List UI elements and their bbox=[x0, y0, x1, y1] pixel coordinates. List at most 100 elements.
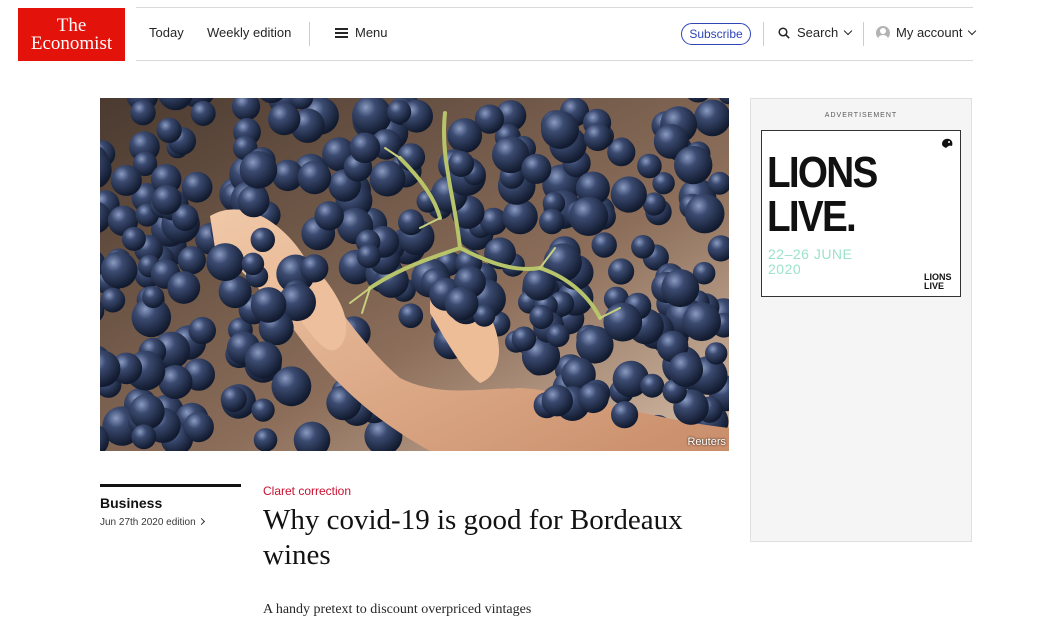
grape-berry bbox=[631, 235, 655, 259]
chevron-down-icon bbox=[843, 26, 853, 36]
photo-credit: Reuters bbox=[687, 436, 726, 448]
grape-berry bbox=[188, 316, 216, 345]
grape-berry bbox=[220, 386, 247, 413]
section-info: Business Jun 27th 2020 edition bbox=[100, 484, 241, 528]
grape-berry bbox=[591, 232, 617, 258]
grape-berry bbox=[167, 271, 201, 304]
grape-berry bbox=[297, 160, 332, 195]
grape-berry bbox=[314, 201, 344, 231]
grape-berry bbox=[529, 304, 554, 330]
hamburger-menu-icon[interactable] bbox=[335, 28, 348, 38]
subscribe-button[interactable]: Subscribe bbox=[681, 23, 751, 45]
grape-berry bbox=[661, 269, 700, 308]
grape-berry bbox=[444, 286, 479, 321]
grape-berry bbox=[156, 117, 182, 143]
grape-berry bbox=[239, 151, 278, 189]
grape-berry bbox=[268, 102, 301, 136]
grape-berry bbox=[110, 164, 142, 196]
grape-berry bbox=[237, 185, 270, 218]
grape-berry bbox=[253, 428, 278, 451]
nav-my-account[interactable]: My account bbox=[896, 25, 977, 40]
grape-berry bbox=[387, 99, 412, 124]
grape-berry bbox=[705, 342, 728, 365]
section-link-business[interactable]: Business bbox=[100, 495, 241, 511]
grape-berry bbox=[100, 251, 138, 289]
grape-berry bbox=[447, 118, 483, 153]
grape-berry bbox=[541, 111, 579, 149]
ad-title-line2: LIVE. bbox=[767, 192, 857, 241]
grape-berry bbox=[300, 254, 329, 283]
grape-berry bbox=[177, 246, 206, 275]
nav-menu[interactable]: Menu bbox=[355, 25, 388, 40]
grape-berry bbox=[251, 398, 275, 422]
nav-today[interactable]: Today bbox=[149, 25, 184, 40]
grape-berry bbox=[541, 385, 573, 417]
ad-title: LIONS LIVE. bbox=[767, 151, 908, 239]
grape-berry bbox=[603, 302, 643, 342]
article-rubric: Claret correction bbox=[263, 484, 352, 498]
grape-berry bbox=[546, 324, 570, 348]
grape-berry bbox=[131, 424, 157, 450]
grape-berry bbox=[521, 153, 552, 184]
grape-berry bbox=[356, 244, 381, 269]
ad-date-line2: 2020 bbox=[768, 261, 802, 277]
grape-berry bbox=[608, 258, 635, 285]
ad-date-line1: 22–26 JUNE bbox=[768, 246, 853, 262]
chevron-right-icon bbox=[197, 517, 205, 526]
lion-logo-icon bbox=[942, 138, 953, 148]
top-navigation: Today Weekly edition Menu Subscribe Sear… bbox=[136, 7, 977, 61]
grape-berry bbox=[448, 151, 475, 177]
nav-weekly-edition[interactable]: Weekly edition bbox=[207, 25, 291, 40]
chevron-down-icon bbox=[968, 26, 977, 36]
article-standfirst: A handy pretext to discount overpriced v… bbox=[263, 602, 532, 617]
grape-berry bbox=[682, 302, 721, 342]
grape-berry bbox=[640, 373, 665, 398]
grape-berry bbox=[569, 196, 609, 236]
search-icon[interactable] bbox=[778, 27, 790, 39]
account-avatar-icon[interactable] bbox=[876, 26, 890, 40]
grape-berry bbox=[611, 401, 639, 429]
nav-divider bbox=[309, 22, 310, 46]
grape-berry bbox=[349, 132, 381, 164]
grape-berry bbox=[206, 243, 245, 282]
nav-divider bbox=[763, 22, 764, 46]
grape-berry bbox=[684, 193, 725, 234]
ad-title-line1: LIONS bbox=[767, 148, 878, 197]
grape-berry bbox=[121, 226, 146, 251]
grape-berry bbox=[130, 99, 156, 126]
logo-line-economist: Economist bbox=[30, 32, 113, 54]
grape-berry bbox=[511, 326, 537, 352]
advertisement-label: ADVERTISEMENT bbox=[824, 112, 898, 119]
lions-live-ad-banner[interactable]: LIONS LIVE. 22–26 JUNE 2020 LIONS LIVE bbox=[761, 130, 961, 297]
grape-berry bbox=[539, 208, 565, 235]
grape-berry bbox=[190, 100, 216, 126]
grape-berry bbox=[241, 252, 265, 276]
hero-image: Reuters bbox=[100, 98, 729, 451]
grape-berry bbox=[142, 285, 165, 309]
advertisement-sidebar: ADVERTISEMENT LIONS LIVE. 22–26 JUNE 202… bbox=[750, 98, 972, 542]
edition-label: Jun 27th 2020 edition bbox=[100, 517, 196, 528]
ad-date: 22–26 JUNE 2020 bbox=[768, 247, 878, 277]
grape-berry bbox=[244, 341, 283, 379]
grape-berry bbox=[250, 287, 287, 323]
grape-berry bbox=[398, 209, 424, 236]
grape-berry bbox=[369, 160, 406, 197]
grape-berry bbox=[151, 184, 182, 215]
search-label: Search bbox=[797, 25, 839, 40]
grape-berry bbox=[183, 411, 214, 443]
nav-divider bbox=[863, 22, 864, 46]
grape-berry bbox=[577, 382, 609, 414]
grape-berry bbox=[610, 176, 647, 213]
my-account-label: My account bbox=[896, 25, 963, 40]
edition-link[interactable]: Jun 27th 2020 edition bbox=[100, 517, 241, 528]
grape-berry bbox=[129, 394, 165, 430]
economist-logo[interactable]: The Economist bbox=[18, 8, 125, 61]
grape-berry bbox=[583, 123, 612, 152]
grape-berry bbox=[674, 145, 713, 185]
grape-berry bbox=[271, 366, 312, 407]
grape-berry bbox=[637, 153, 662, 179]
grapes-in-hand-illustration bbox=[100, 98, 729, 451]
nav-search[interactable]: Search bbox=[797, 25, 853, 40]
logo-line-the: The bbox=[56, 14, 87, 36]
grape-berry bbox=[181, 171, 213, 203]
